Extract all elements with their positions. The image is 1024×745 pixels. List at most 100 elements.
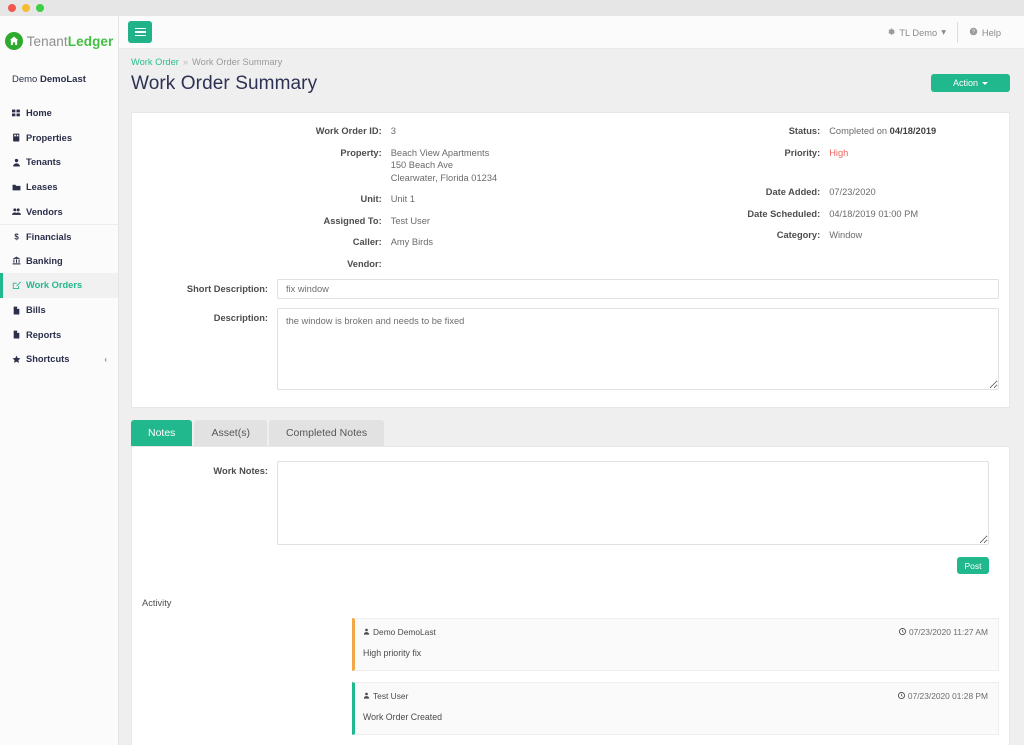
window-maximize-dot[interactable] [36,4,44,12]
sidebar-item-reports[interactable]: Reports [0,322,118,347]
detail-value: Beach View Apartments 150 Beach Ave Clearw… [391,147,497,185]
tab-completed-notes[interactable]: Completed Notes [268,420,385,447]
activity-item: Demo DemoLast 07/23/2020 11:27 AM High pri… [352,618,999,672]
detail-label: Priority: [784,147,821,158]
detail-row: Status: Completed on 04/18/2019 [571,125,1010,138]
work-notes-label: Work Notes: [213,466,268,477]
detail-value: Window [829,229,862,242]
detail-value-emphasis: 04/18/2019 [889,126,937,136]
detail-row: Vendor: [132,258,571,271]
detail-value: Completed on 04/18/2019 [829,125,936,138]
activity-author: Test User [363,691,408,701]
activity-timestamp: 07/23/2020 11:27 AM [898,627,988,638]
sidebar: TenantLedger Demo DemoLast Home Propertie… [0,16,119,745]
detail-value: Test User [391,215,430,228]
sidebar-item-tenants[interactable]: Tenants [0,150,118,175]
short-description-row: Short Description: [132,279,1009,300]
activity-author: Demo DemoLast [363,627,436,637]
work-notes-textarea[interactable] [277,461,989,546]
breadcrumb: Work Order » Work Order Summary [131,57,1010,67]
activity-list: Demo DemoLast 07/23/2020 11:27 AM High pri… [352,618,999,736]
account-menu-label: TL Demo [899,27,938,38]
brand-logo[interactable]: TenantLedger [0,16,118,60]
current-user-name: Demo DemoLast [0,60,118,101]
topbar: TL Demo ▾ ? Help [119,16,1024,49]
detail-label: Assigned To: [323,215,382,226]
activity-timestamp-text: 07/23/2020 01:28 PM [907,691,988,702]
sidebar-item-banking[interactable]: Banking [0,249,118,274]
detail-label: Work Order ID: [315,126,382,136]
detail-label: Unit: [360,194,382,205]
tab-label: Asset(s) [211,427,250,440]
detail-value-line: Window [829,230,863,241]
topbar-actions: TL Demo ▾ ? Help [875,16,1012,49]
account-menu[interactable]: TL Demo ▾ [875,16,957,49]
detail-row: Property: Beach View Apartments 150 Beach … [132,147,571,185]
details-left-column: Work Order ID: 3 Property: Beach View Apart… [132,125,571,279]
sidebar-item-home[interactable]: Home [0,101,118,126]
window-minimize-dot[interactable] [22,4,30,12]
clock-icon [897,691,905,701]
hamburger-icon[interactable] [128,21,152,43]
sidebar-item-vendors[interactable]: Vendors [0,199,118,224]
action-button[interactable]: Action [931,74,1010,92]
description-textarea[interactable] [277,308,999,391]
house-icon [4,32,23,50]
activity-heading: Activity [142,598,172,609]
detail-row: Category: Window [571,229,1010,242]
user-last-name: DemoLast [39,74,86,85]
page-title: Work Order Summary [131,73,318,94]
sidebar-item-properties[interactable]: Properties [0,126,118,151]
sidebar-item-work-orders[interactable]: Work Orders [0,273,118,298]
activity-author-name: Demo DemoLast [373,627,436,638]
activity-timestamp-text: 07/23/2020 11:27 AM [908,627,988,638]
window-close-dot[interactable] [8,4,16,12]
detail-label: Status: [788,126,821,136]
detail-row: Unit: Unit 1 [132,193,571,206]
chevron-left-icon[interactable]: ‹ [104,355,107,364]
tab-notes[interactable]: Notes [131,420,193,447]
detail-row: Priority: High [571,147,1010,160]
detail-value-line: Beach View Apartments [390,147,490,158]
sidebar-item-leases[interactable]: Leases [0,175,118,200]
star-icon [12,355,25,364]
detail-label: Date Scheduled: [747,208,821,219]
sidebar-item-label: Properties [26,132,72,143]
sidebar-item-bills[interactable]: Bills [0,298,118,323]
sidebar-item-label: Bills [26,305,46,316]
file-icon [12,330,25,339]
post-row: Post [132,557,999,575]
breadcrumb-root[interactable]: Work Order [131,57,179,67]
sidebar-item-label: Vendors [26,206,63,217]
page-header: Work Order » Work Order Summary Work Ord… [119,49,1024,112]
sidebar-item-label: Leases [26,182,58,193]
sidebar-item-label: Banking [26,255,63,266]
detail-value-line: 04/18/2019 01:00 PM [829,208,919,219]
action-button-label: Action [952,78,978,88]
detail-value: 07/23/2020 [829,186,876,199]
sidebar-nav-list: Home Properties Tenants Leases Vendors $ Finan… [0,101,118,372]
sidebar-item-shortcuts[interactable]: Shortcuts ‹ [0,347,118,372]
detail-row: Caller: Amy Birds [132,236,571,249]
short-description-input[interactable] [277,279,999,300]
sidebar-item-label: Reports [26,329,62,340]
tab-bar: Notes Asset(s) Completed Notes [131,420,1010,447]
detail-spacer [571,168,1010,177]
sidebar-item-label: Financials [26,231,72,242]
post-button[interactable]: Post [957,557,989,575]
activity-item-header: Test User 07/23/2020 01:28 PM [363,691,988,701]
clock-icon [898,627,906,637]
detail-row: Date Scheduled: 04/18/2019 01:00 PM [571,208,1010,221]
brand-name: TenantLedger [27,34,114,49]
detail-value-line: Test User [390,215,430,226]
sidebar-item-financials[interactable]: $ Financials [0,223,118,249]
details-right-column: Status: Completed on 04/18/2019 Priority: H… [571,125,1010,279]
notes-panel: Work Notes: Post Activity Demo DemoLast 0… [131,446,1010,745]
short-description-label: Short Description: [186,284,268,295]
detail-label: Property: [340,147,382,158]
help-link[interactable]: ? Help [958,16,1012,49]
detail-value-line: 07/23/2020 [829,187,876,198]
file-icon [12,306,25,315]
brand-name-part2: Ledger [67,33,114,49]
tab-asset-s-[interactable]: Asset(s) [194,420,267,447]
